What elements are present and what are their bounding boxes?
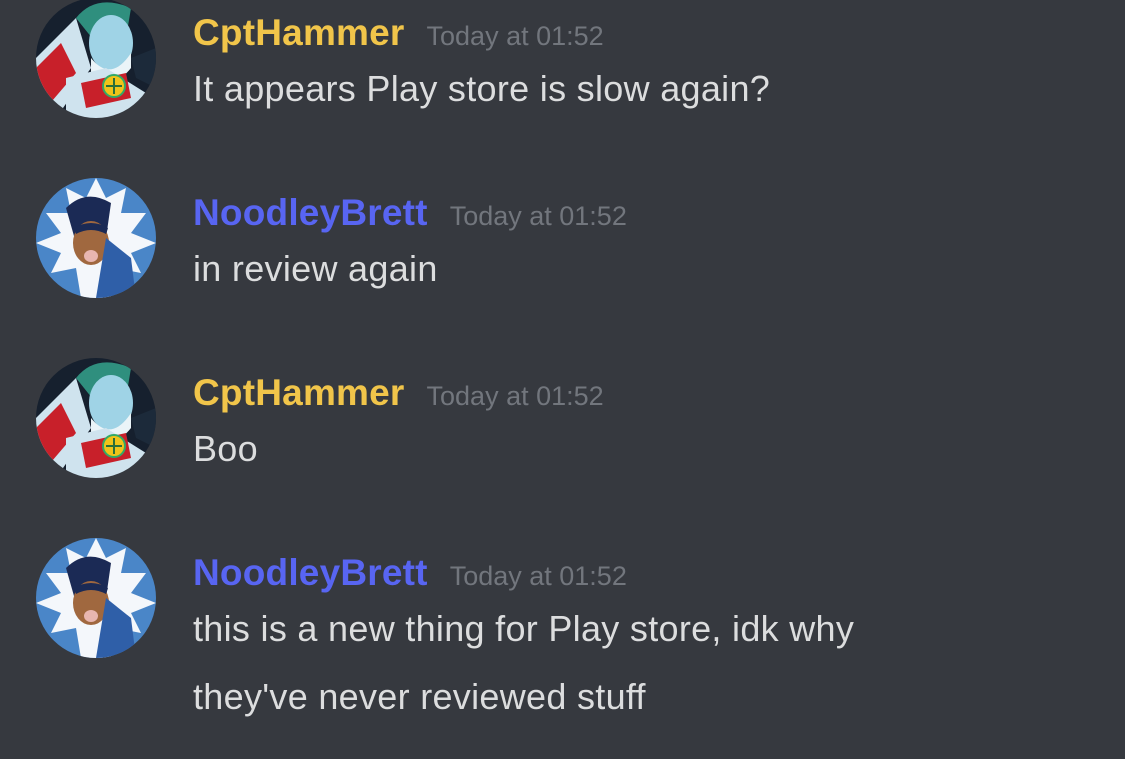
- noodleybrett-avatar-icon: [36, 178, 156, 298]
- message-header: CptHammer Today at 01:52: [193, 372, 604, 414]
- captain-planet-avatar[interactable]: [36, 0, 156, 118]
- message-timestamp[interactable]: Today at 01:52: [450, 201, 627, 231]
- message-header: CptHammer Today at 01:52: [193, 12, 604, 54]
- chat-message-list[interactable]: CptHammer Today at 01:52 It appears Play …: [0, 0, 1125, 759]
- message-text: they've never reviewed stuff: [193, 676, 646, 717]
- noodleybrett-avatar-icon: [36, 538, 156, 658]
- captain-planet-avatar[interactable]: [36, 358, 156, 478]
- author-name[interactable]: CptHammer: [193, 372, 405, 413]
- message-text: this is a new thing for Play store, idk …: [193, 608, 855, 649]
- message-header: NoodleyBrett Today at 01:52: [193, 552, 627, 594]
- author-name[interactable]: NoodleyBrett: [193, 192, 428, 233]
- author-name[interactable]: NoodleyBrett: [193, 552, 428, 593]
- message-header: NoodleyBrett Today at 01:52: [193, 192, 627, 234]
- author-name[interactable]: CptHammer: [193, 12, 405, 53]
- captain-planet-avatar-icon: [36, 0, 156, 118]
- captain-planet-avatar-icon: [36, 358, 156, 478]
- noodleybrett-avatar[interactable]: [36, 538, 156, 658]
- message-text: It appears Play store is slow again?: [193, 68, 771, 109]
- message-timestamp[interactable]: Today at 01:52: [427, 21, 604, 51]
- message-text: Boo: [193, 428, 258, 469]
- message-timestamp[interactable]: Today at 01:52: [450, 561, 627, 591]
- message-timestamp[interactable]: Today at 01:52: [427, 381, 604, 411]
- message-text: in review again: [193, 248, 438, 289]
- noodleybrett-avatar[interactable]: [36, 178, 156, 298]
